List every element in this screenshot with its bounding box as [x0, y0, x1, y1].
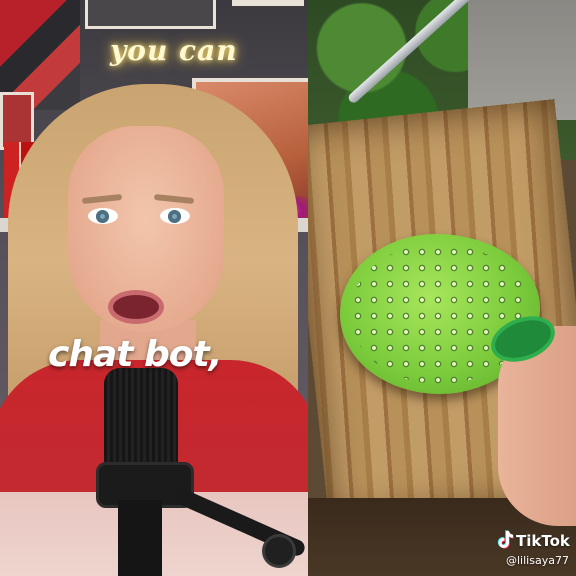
boom-knob	[262, 534, 296, 568]
video-frame[interactable]: you can chat bot, TikTok @lilisaya77	[0, 0, 576, 576]
eye	[160, 208, 190, 224]
tiktok-note-icon	[497, 530, 514, 549]
eye	[88, 208, 118, 224]
mouth	[108, 290, 164, 324]
creator-username[interactable]: @lilisaya77	[506, 554, 569, 567]
tiktok-watermark: TikTok @lilisaya77	[494, 530, 574, 570]
left-video-panel: you can	[0, 0, 308, 576]
video-caption: chat bot,	[48, 334, 222, 375]
microphone-stand	[118, 500, 162, 576]
tiktok-brand: TikTok	[516, 532, 570, 550]
